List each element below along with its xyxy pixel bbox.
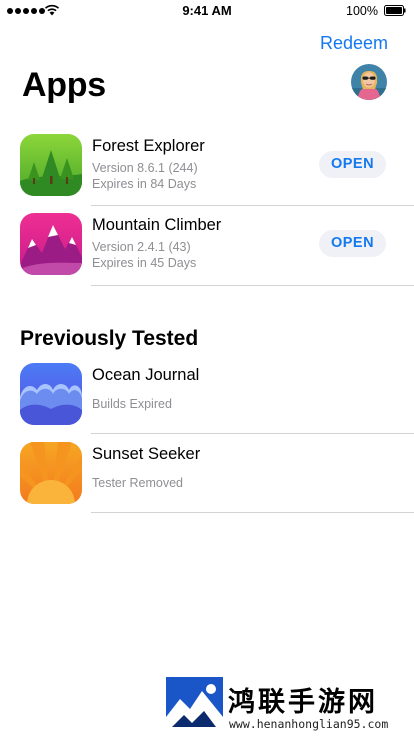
row-divider (91, 205, 414, 206)
app-name: Forest Explorer (92, 137, 205, 155)
row-divider (91, 285, 414, 286)
open-button[interactable]: OPEN (319, 151, 386, 178)
app-expiry: Expires in 45 Days (92, 256, 197, 270)
app-row-ocean-journal[interactable]: Ocean Journal Builds Expired (0, 363, 414, 442)
section-title-previously-tested: Previously Tested (20, 327, 199, 350)
page-title: Apps (22, 66, 106, 104)
app-name: Sunset Seeker (92, 445, 201, 463)
forest-icon (20, 134, 82, 196)
battery-percentage: 100% (346, 4, 378, 18)
app-name: Ocean Journal (92, 366, 200, 384)
app-row-sunset-seeker[interactable]: Sunset Seeker Tester Removed (0, 442, 414, 521)
app-version: Version 8.6.1 (244) (92, 161, 198, 175)
app-version: Version 2.4.1 (43) (92, 240, 191, 254)
open-button[interactable]: OPEN (319, 230, 386, 257)
status-bar: 9:41 AM 100% (0, 0, 414, 22)
ocean-waves-icon (20, 363, 82, 425)
watermark-logo-icon (166, 677, 223, 733)
app-row-mountain-climber[interactable]: Mountain Climber Version 2.4.1 (43) Expi… (0, 213, 414, 292)
app-row-forest-explorer[interactable]: Forest Explorer Version 8.6.1 (244) Expi… (0, 134, 414, 213)
app-status: Builds Expired (92, 397, 172, 411)
row-divider (91, 512, 414, 513)
app-status: Tester Removed (92, 476, 184, 490)
profile-avatar[interactable] (351, 64, 387, 100)
watermark: 鸿联手游网 www.henanhonglian95.com (166, 677, 410, 736)
app-name: Mountain Climber (92, 216, 222, 234)
watermark-url: www.henanhonglian95.com (229, 717, 389, 731)
watermark-title: 鸿联手游网 (228, 687, 378, 718)
sunset-icon (20, 442, 82, 504)
redeem-button[interactable]: Redeem (320, 33, 388, 54)
row-divider (91, 433, 414, 434)
mountain-icon (20, 213, 82, 275)
app-expiry: Expires in 84 Days (92, 177, 197, 191)
battery-icon (384, 5, 406, 16)
